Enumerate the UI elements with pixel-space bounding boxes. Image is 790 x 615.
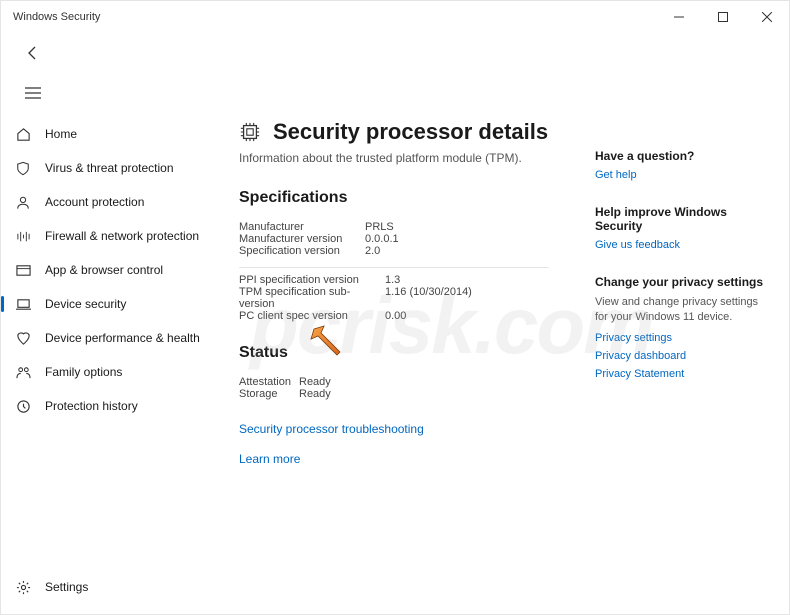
person-icon [15, 194, 31, 210]
main: Security processor details Information a… [209, 115, 789, 614]
antenna-icon [15, 228, 31, 244]
sidebar-items: Home Virus & threat protection Account p… [1, 117, 209, 570]
status-heading: Status [239, 344, 565, 362]
improve-section: Help improve Windows Security Give us fe… [595, 205, 765, 251]
troubleshooting-link[interactable]: Security processor troubleshooting [239, 422, 424, 436]
window-controls [657, 1, 789, 33]
sidebar-item-label: Settings [45, 580, 88, 594]
right-panel: Have a question? Get help Help improve W… [595, 115, 765, 614]
sidebar-item-label: Family options [45, 365, 122, 379]
learn-more-link[interactable]: Learn more [239, 452, 300, 466]
page-title: Security processor details [273, 119, 548, 145]
spec-value: 0.00 [385, 310, 406, 322]
status-section: Status AttestationReady StorageReady Sec… [239, 344, 565, 480]
shield-icon [15, 160, 31, 176]
improve-title: Help improve Windows Security [595, 205, 765, 233]
sidebar-footer: Settings [1, 570, 209, 614]
spec-label: PC client spec version [239, 310, 385, 322]
sidebar-item-label: Account protection [45, 195, 144, 209]
spec-value: 0.0.0.1 [365, 233, 399, 245]
spec-value: 2.0 [365, 245, 380, 257]
feedback-link[interactable]: Give us feedback [595, 239, 765, 251]
gear-icon [15, 579, 31, 595]
app-icon [15, 262, 31, 278]
privacy-section: Change your privacy settings View and ch… [595, 275, 765, 380]
get-help-link[interactable]: Get help [595, 169, 765, 181]
sidebar-item-app-browser[interactable]: App & browser control [1, 253, 209, 287]
specs-group2: PPI specification version1.3 TPM specifi… [239, 274, 565, 322]
sidebar-item-home[interactable]: Home [1, 117, 209, 151]
question-title: Have a question? [595, 149, 765, 163]
sidebar-item-label: Device security [45, 297, 126, 311]
status-value: Ready [299, 388, 331, 400]
spec-label: TPM specification sub-version [239, 286, 385, 310]
spec-label: Specification version [239, 245, 365, 257]
spec-row: PPI specification version1.3 [239, 274, 565, 286]
chip-icon [239, 121, 261, 143]
window-title: Windows Security [13, 11, 657, 23]
specs-heading: Specifications [239, 189, 565, 207]
maximize-button[interactable] [701, 1, 745, 33]
spec-row: Specification version2.0 [239, 245, 565, 257]
body: Home Virus & threat protection Account p… [1, 115, 789, 614]
spec-value: PRLS [365, 221, 394, 233]
sidebar-item-label: Protection history [45, 399, 138, 413]
cursor-arrow-icon [310, 325, 344, 364]
topbar [1, 33, 789, 115]
status-row: AttestationReady [239, 376, 565, 388]
question-section: Have a question? Get help [595, 149, 765, 181]
laptop-icon [15, 296, 31, 312]
home-icon [15, 126, 31, 142]
heart-icon [15, 330, 31, 346]
spec-row: Manufacturer version0.0.0.1 [239, 233, 565, 245]
privacy-text: View and change privacy settings for you… [595, 295, 765, 326]
titlebar: Windows Security [1, 1, 789, 33]
sidebar-item-firewall[interactable]: Firewall & network protection [1, 219, 209, 253]
sidebar-item-family[interactable]: Family options [1, 355, 209, 389]
spec-label: PPI specification version [239, 274, 385, 286]
spec-value: 1.16 (10/30/2014) [385, 286, 472, 310]
history-icon [15, 398, 31, 414]
content: Security processor details Information a… [239, 115, 565, 614]
hamburger-button[interactable] [19, 79, 47, 107]
family-icon [15, 364, 31, 380]
sidebar-item-label: App & browser control [45, 263, 163, 277]
page-subtitle: Information about the trusted platform m… [239, 151, 565, 165]
sidebar-item-label: Firewall & network protection [45, 229, 199, 243]
spec-row: TPM specification sub-version1.16 (10/30… [239, 286, 565, 310]
spec-value: 1.3 [385, 274, 400, 286]
status-row: StorageReady [239, 388, 565, 400]
app-window: Windows Security Home Virus & threat pro [0, 0, 790, 615]
divider [239, 267, 549, 268]
sidebar-item-label: Device performance & health [45, 331, 200, 345]
spec-row: PC client spec version0.00 [239, 310, 565, 322]
status-label: Storage [239, 388, 299, 400]
close-button[interactable] [745, 1, 789, 33]
sidebar-item-history[interactable]: Protection history [1, 389, 209, 423]
privacy-dashboard-link[interactable]: Privacy dashboard [595, 350, 765, 362]
sidebar-item-label: Home [45, 127, 77, 141]
spec-label: Manufacturer [239, 221, 365, 233]
sidebar: Home Virus & threat protection Account p… [1, 115, 209, 614]
sidebar-item-label: Virus & threat protection [45, 161, 174, 175]
privacy-settings-link[interactable]: Privacy settings [595, 332, 765, 344]
sidebar-item-device-security[interactable]: Device security [1, 287, 209, 321]
sidebar-item-account[interactable]: Account protection [1, 185, 209, 219]
spec-label: Manufacturer version [239, 233, 365, 245]
sidebar-item-performance[interactable]: Device performance & health [1, 321, 209, 355]
status-label: Attestation [239, 376, 299, 388]
sidebar-item-virus[interactable]: Virus & threat protection [1, 151, 209, 185]
privacy-title: Change your privacy settings [595, 275, 765, 289]
status-table: AttestationReady StorageReady [239, 376, 565, 400]
page-title-row: Security processor details [239, 119, 565, 145]
spec-row: ManufacturerPRLS [239, 221, 565, 233]
sidebar-item-settings[interactable]: Settings [1, 570, 209, 604]
back-button[interactable] [19, 39, 47, 67]
minimize-button[interactable] [657, 1, 701, 33]
privacy-statement-link[interactable]: Privacy Statement [595, 368, 765, 380]
status-value: Ready [299, 376, 331, 388]
specs-group1: ManufacturerPRLS Manufacturer version0.0… [239, 221, 565, 257]
